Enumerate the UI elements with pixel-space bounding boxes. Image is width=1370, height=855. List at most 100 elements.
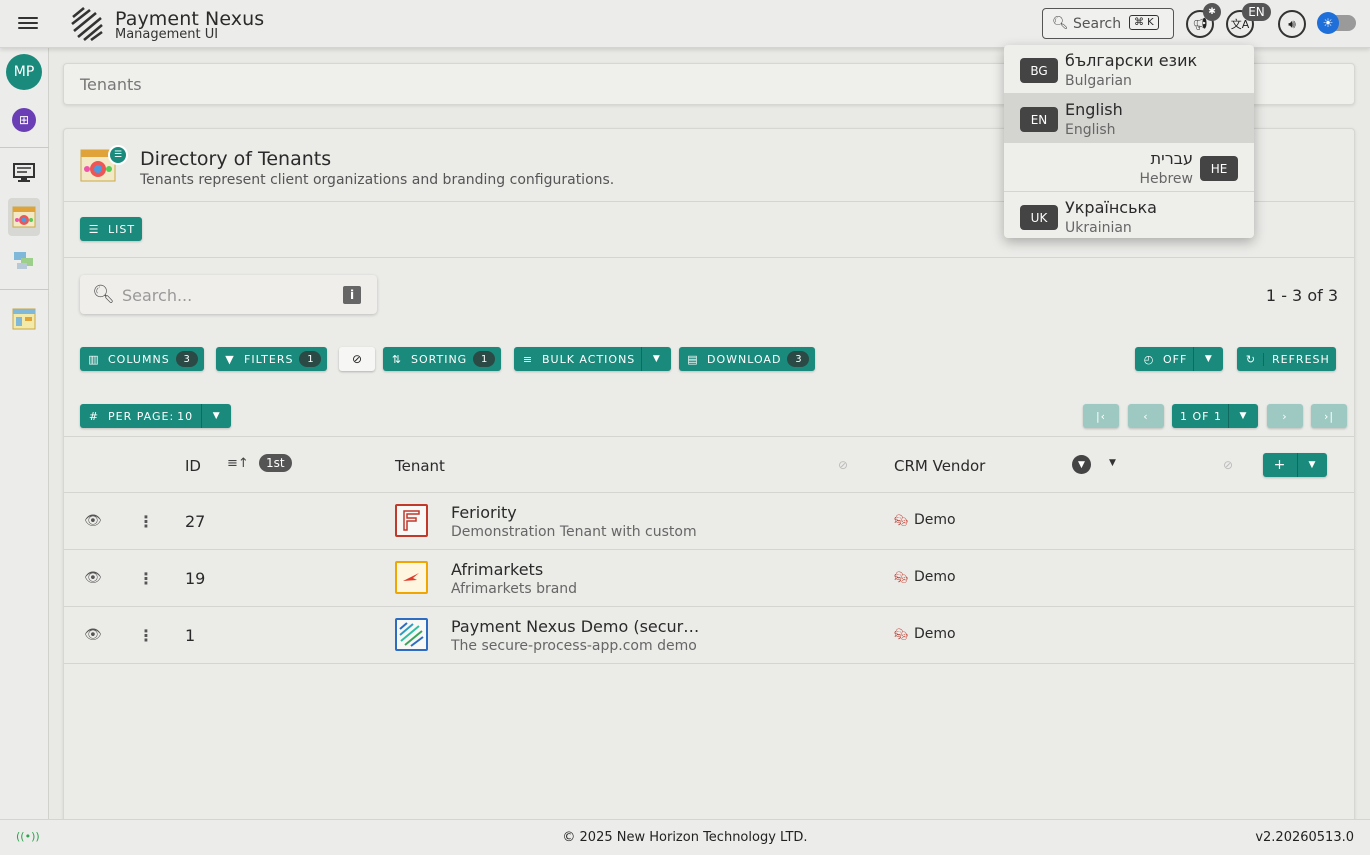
filter-off-icon: ⊘ <box>351 352 363 366</box>
chevron-down-icon[interactable]: ▼ <box>1227 404 1258 428</box>
crm-vendor: 🎭︎ Demo <box>894 569 956 585</box>
list-badge-icon: ☰ <box>108 145 128 165</box>
speaker-icon: 🔊︎ <box>1288 16 1296 31</box>
filters-button[interactable]: ▼ FILTERS 1 <box>216 347 328 371</box>
language-option-he[interactable]: HE עברית Hebrew <box>1004 143 1254 192</box>
avatar[interactable]: MP <box>6 54 42 90</box>
download-label: DOWNLOAD <box>707 352 782 366</box>
sidebar-item-tenants[interactable] <box>8 198 40 236</box>
language-code: BG <box>1020 58 1058 83</box>
language-option-bg[interactable]: BG български език Bulgarian <box>1004 45 1254 94</box>
language-native-name: български език <box>1065 51 1198 70</box>
more-options-icon[interactable]: ⋮ <box>138 626 154 645</box>
bulk-actions-button[interactable]: ≡ BULK ACTIONS ▼ <box>514 347 672 371</box>
columns-label: COLUMNS <box>108 352 170 366</box>
file-icon: ▤ <box>687 352 699 366</box>
list-view-button[interactable]: ☰ LIST <box>80 217 142 241</box>
auto-refresh-button[interactable]: ◴ OFF ▼ <box>1135 347 1224 371</box>
filter-icon: ▼ <box>225 352 235 366</box>
sidebar: MP ⊞ <box>0 48 49 819</box>
download-button[interactable]: ▤ DOWNLOAD 3 <box>679 347 816 371</box>
sorting-label: SORTING <box>411 352 468 366</box>
column-header-id[interactable]: ID <box>185 457 201 475</box>
per-page-select[interactable]: # PER PAGE: 10 ▼ <box>80 404 232 428</box>
view-icon[interactable]: 👁︎ <box>84 513 102 529</box>
search-placeholder: Search... <box>122 286 193 305</box>
language-code: HE <box>1200 156 1238 181</box>
tenant-name[interactable]: Feriority <box>451 503 517 522</box>
language-code: EN <box>1020 107 1058 132</box>
previous-page-button[interactable]: ‹ <box>1128 404 1164 428</box>
first-page-button[interactable]: |‹ <box>1083 404 1119 428</box>
column-header-tenant[interactable]: Tenant <box>395 457 445 475</box>
refresh-button[interactable]: ↻ REFRESH <box>1237 347 1336 371</box>
per-page-value: 10 <box>177 409 194 423</box>
chevron-down-icon[interactable]: ▼ <box>201 404 231 428</box>
page-select[interactable]: 1 OF 1 ▼ <box>1172 404 1258 428</box>
search-shortcut: ⌘ K <box>1129 15 1159 30</box>
sidebar-item-transactions[interactable] <box>12 249 36 273</box>
sound-button[interactable]: 🔊︎ <box>1278 10 1306 38</box>
hamburger-menu-icon[interactable] <box>16 14 40 34</box>
chevron-right-icon: › <box>1282 409 1288 423</box>
sorting-button[interactable]: ⇅ SORTING 1 <box>383 347 502 371</box>
sidebar-item-organization[interactable]: ⊞ <box>12 108 36 132</box>
first-page-icon: |‹ <box>1095 409 1107 423</box>
download-count: 3 <box>787 351 810 367</box>
chevron-down-icon[interactable]: ▼ <box>1297 453 1327 477</box>
columns-button[interactable]: ▥ COLUMNS 3 <box>80 347 204 371</box>
more-options-icon[interactable]: ⋮ <box>138 569 154 588</box>
page-label: 1 OF 1 <box>1180 409 1222 423</box>
chevron-down-icon[interactable]: ▼ <box>1109 458 1116 468</box>
language-option-uk[interactable]: UK Українська Ukrainian <box>1004 192 1254 238</box>
clear-filters-button[interactable]: ⊘ <box>339 347 375 371</box>
column-filter-icon[interactable]: ▼ <box>1072 455 1091 474</box>
sidebar-divider <box>0 289 49 290</box>
app-version: v2.20260513.0 <box>1255 830 1354 845</box>
filters-label: FILTERS <box>244 352 294 366</box>
divider <box>64 492 1354 493</box>
global-search-button[interactable]: 🔍︎ Search ⌘ K <box>1042 8 1174 39</box>
divider <box>64 436 1354 437</box>
organization-icon: ⊞ <box>12 108 36 132</box>
row-divider <box>64 663 1354 664</box>
columns-count: 3 <box>175 351 198 367</box>
tenant-name[interactable]: Payment Nexus Demo (secur… <box>451 617 699 636</box>
auto-refresh-label: OFF <box>1163 352 1188 366</box>
crm-vendor: 🎭︎ Demo <box>894 512 956 528</box>
sort-icon: ⇅ <box>391 352 403 366</box>
sort-ascending-icon[interactable]: ≡↑ <box>227 456 249 471</box>
view-icon[interactable]: 👁︎ <box>84 570 102 586</box>
hide-column-icon[interactable]: ⊘ <box>1223 458 1233 472</box>
row-id: 1 <box>185 626 196 645</box>
last-page-button[interactable]: ›| <box>1311 404 1347 428</box>
payment-nexus-demo-logo <box>395 618 428 651</box>
language-option-en[interactable]: EN English English <box>1004 94 1254 143</box>
search-icon: 🔍︎ <box>1052 16 1069 31</box>
mask-icon: 🎭︎ <box>894 628 908 641</box>
column-header-crm-vendor[interactable]: CRM Vendor <box>894 457 985 475</box>
row-id: 27 <box>185 512 206 531</box>
add-tenant-button[interactable]: + ▼ <box>1263 453 1327 477</box>
chevron-down-icon[interactable]: ▼ <box>1193 347 1223 371</box>
hide-column-icon[interactable]: ⊘ <box>838 458 848 472</box>
sidebar-item-reports[interactable] <box>12 307 36 331</box>
chevron-down-icon[interactable]: ▼ <box>641 347 671 371</box>
theme-toggle[interactable]: ☀ <box>1317 12 1356 34</box>
info-icon[interactable]: i <box>343 286 361 304</box>
sidebar-item-dashboard[interactable] <box>12 161 36 185</box>
search-input[interactable]: 🔍︎ Search... i <box>80 275 377 314</box>
tenant-name[interactable]: Afrimarkets <box>451 560 543 579</box>
more-options-icon[interactable]: ⋮ <box>138 512 154 531</box>
crm-vendor-name: Demo <box>913 512 956 528</box>
language-code: UK <box>1020 205 1058 230</box>
directory-icon: ☰ <box>80 145 128 183</box>
language-english-name: English <box>1065 122 1116 138</box>
language-native-name: עברית <box>1150 149 1193 168</box>
view-icon[interactable]: 👁︎ <box>84 627 102 643</box>
crm-vendor-name: Demo <box>913 569 956 585</box>
sorting-count: 1 <box>473 351 496 367</box>
per-page-label: PER PAGE: <box>108 409 175 423</box>
row-divider <box>64 606 1354 607</box>
next-page-button[interactable]: › <box>1267 404 1303 428</box>
